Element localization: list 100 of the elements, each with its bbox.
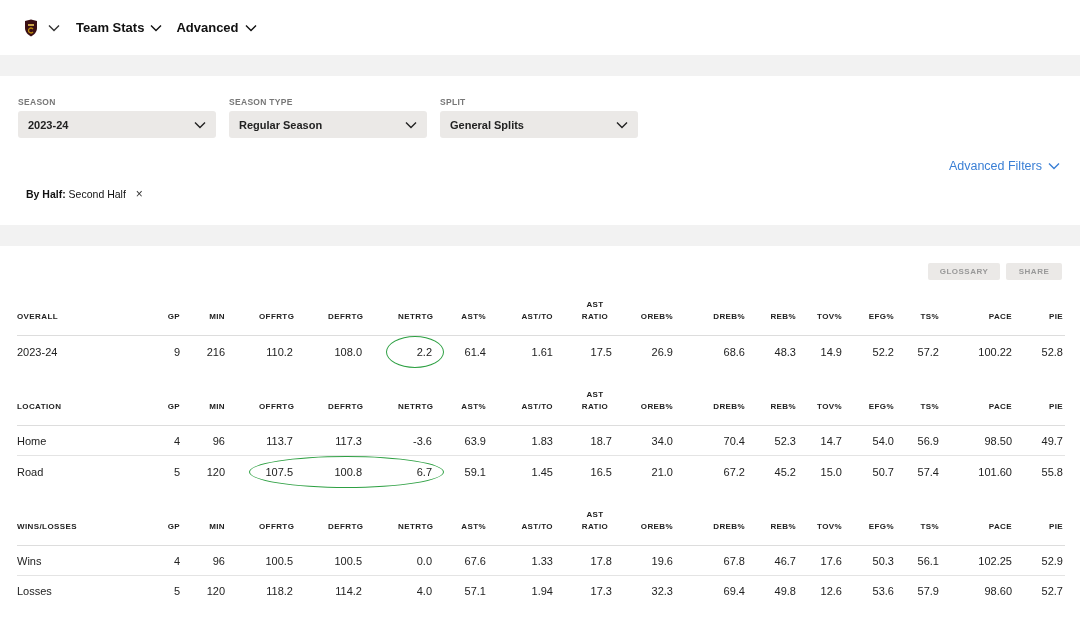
column-header[interactable]: PACE bbox=[939, 401, 1012, 425]
dropdown-select[interactable]: General Splits bbox=[440, 111, 638, 138]
column-header[interactable]: TS% bbox=[894, 521, 939, 545]
table-cell-text: 120 bbox=[205, 466, 225, 478]
column-header[interactable]: TS% bbox=[894, 311, 939, 335]
table-cell-text: 1.94 bbox=[530, 584, 553, 597]
chevron-down-icon bbox=[194, 120, 206, 129]
table-cell-text: 57.4 bbox=[916, 466, 939, 478]
column-header[interactable]: PIE bbox=[1012, 401, 1063, 425]
table-cell-text: 61.4 bbox=[463, 346, 486, 358]
advanced-filters-link[interactable]: Advanced Filters bbox=[948, 159, 1060, 173]
table-cell-text: 17.6 bbox=[819, 554, 842, 567]
row-label: Home bbox=[17, 434, 48, 447]
chevron-down-icon bbox=[1048, 162, 1060, 170]
table-cell-text: 63.9 bbox=[463, 434, 486, 447]
column-header[interactable]: PACE bbox=[939, 521, 1012, 545]
remove-filter-button[interactable]: × bbox=[135, 187, 143, 201]
column-header[interactable]: TOV% bbox=[796, 521, 842, 545]
column-header[interactable]: AST/TO bbox=[486, 521, 553, 545]
table-cell-text: 1.33 bbox=[530, 554, 553, 567]
column-header[interactable]: NETRTG bbox=[362, 311, 432, 335]
table-cell-text: 19.6 bbox=[650, 554, 673, 567]
dropdown-select[interactable]: Regular Season bbox=[229, 111, 427, 138]
column-header[interactable]: DEFRTG bbox=[293, 521, 362, 545]
table-cell-text: 68.6 bbox=[722, 346, 745, 358]
column-header[interactable]: PIE bbox=[1012, 311, 1063, 335]
table-cell-text: 52.7 bbox=[1040, 584, 1063, 597]
column-header[interactable]: TOV% bbox=[796, 311, 842, 335]
table-cell-text: 57.2 bbox=[916, 346, 939, 358]
table-cell-text: 0.0 bbox=[415, 554, 432, 567]
column-header[interactable]: GP bbox=[130, 401, 180, 425]
column-header[interactable]: REB% bbox=[745, 521, 796, 545]
column-header[interactable]: PIE bbox=[1012, 521, 1063, 545]
column-header[interactable]: DREB% bbox=[673, 401, 745, 425]
chevron-down-icon bbox=[616, 120, 628, 129]
column-header[interactable]: AST/TO bbox=[486, 311, 553, 335]
column-header[interactable]: EFG% bbox=[842, 401, 894, 425]
column-header[interactable]: DREB% bbox=[673, 311, 745, 335]
table-cell-text: 69.4 bbox=[722, 584, 745, 597]
table-cell-text: 59.1 bbox=[463, 466, 486, 478]
column-header[interactable]: DREB% bbox=[673, 521, 745, 545]
dropdown-label: SEASON bbox=[18, 97, 57, 107]
column-header[interactable]: OREB% bbox=[612, 311, 673, 335]
table-cell-text: 57.9 bbox=[916, 584, 939, 597]
section-header[interactable]: WINS/LOSSES bbox=[17, 521, 130, 545]
table-cell-text: 34.0 bbox=[650, 434, 673, 447]
table-cell-text: 67.8 bbox=[722, 554, 745, 567]
column-header[interactable]: MIN bbox=[180, 521, 225, 545]
dropdown-select[interactable]: 2023-24 bbox=[18, 111, 216, 138]
table-cell-text: 52.9 bbox=[1040, 554, 1063, 567]
column-header[interactable]: DEFRTG bbox=[293, 401, 362, 425]
column-header[interactable]: PACE bbox=[939, 311, 1012, 335]
filter-chip-text: By Half: Second Half bbox=[26, 188, 126, 200]
column-header[interactable]: MIN bbox=[180, 311, 225, 335]
nav-dropdown[interactable]: Team Stats bbox=[76, 20, 163, 35]
column-header[interactable]: DEFRTG bbox=[293, 311, 362, 335]
table-cell-text: 216 bbox=[205, 346, 225, 358]
column-header[interactable]: OREB% bbox=[612, 401, 673, 425]
column-header[interactable]: AST RATIO bbox=[553, 509, 612, 545]
table-cell-text: 16.5 bbox=[589, 466, 612, 478]
column-header[interactable]: AST RATIO bbox=[553, 299, 612, 335]
table-cell-text: 50.7 bbox=[871, 466, 894, 478]
column-header[interactable]: OREB% bbox=[612, 521, 673, 545]
column-header[interactable]: AST RATIO bbox=[553, 389, 612, 425]
column-header[interactable]: MIN bbox=[180, 401, 225, 425]
column-header[interactable]: REB% bbox=[745, 311, 796, 335]
table-cell-text: 102.25 bbox=[977, 554, 1012, 567]
column-header[interactable]: EFG% bbox=[842, 521, 894, 545]
section-header[interactable]: OVERALL bbox=[17, 311, 130, 335]
column-header[interactable]: TOV% bbox=[796, 401, 842, 425]
team-logo-icon[interactable] bbox=[24, 18, 38, 37]
chevron-down-icon bbox=[48, 23, 60, 32]
nav-dropdown[interactable]: Advanced bbox=[176, 20, 257, 35]
chevron-down-icon bbox=[405, 120, 417, 129]
table-cell-text: 98.60 bbox=[983, 584, 1012, 597]
column-header[interactable]: TS% bbox=[894, 401, 939, 425]
column-header[interactable]: NETRTG bbox=[362, 401, 432, 425]
column-header[interactable]: AST% bbox=[432, 311, 486, 335]
column-header[interactable]: NETRTG bbox=[362, 521, 432, 545]
section-header[interactable]: LOCATION bbox=[17, 401, 130, 425]
column-header[interactable]: AST% bbox=[432, 401, 486, 425]
column-header[interactable]: AST% bbox=[432, 521, 486, 545]
table-cell-text: 17.8 bbox=[589, 554, 612, 567]
table-cell-text: 5 bbox=[172, 584, 180, 597]
row-label: Wins bbox=[17, 554, 43, 567]
column-header[interactable]: GP bbox=[130, 521, 180, 545]
column-header[interactable]: OFFRTG bbox=[225, 521, 293, 545]
table-cell-text: 96 bbox=[211, 554, 225, 567]
column-header[interactable]: OFFRTG bbox=[225, 401, 293, 425]
table-cell-text: 1.83 bbox=[530, 434, 553, 447]
table-cell-text: 18.7 bbox=[589, 434, 612, 447]
table-cell-text: 55.8 bbox=[1040, 466, 1063, 478]
table-cell-text: 4 bbox=[172, 434, 180, 447]
table-cell-text: 48.3 bbox=[773, 346, 796, 358]
column-header[interactable]: OFFRTG bbox=[225, 311, 293, 335]
column-header[interactable]: AST/TO bbox=[486, 401, 553, 425]
column-header[interactable]: EFG% bbox=[842, 311, 894, 335]
table-cell-text: 107.5 bbox=[264, 466, 293, 478]
column-header[interactable]: GP bbox=[130, 311, 180, 335]
column-header[interactable]: REB% bbox=[745, 401, 796, 425]
